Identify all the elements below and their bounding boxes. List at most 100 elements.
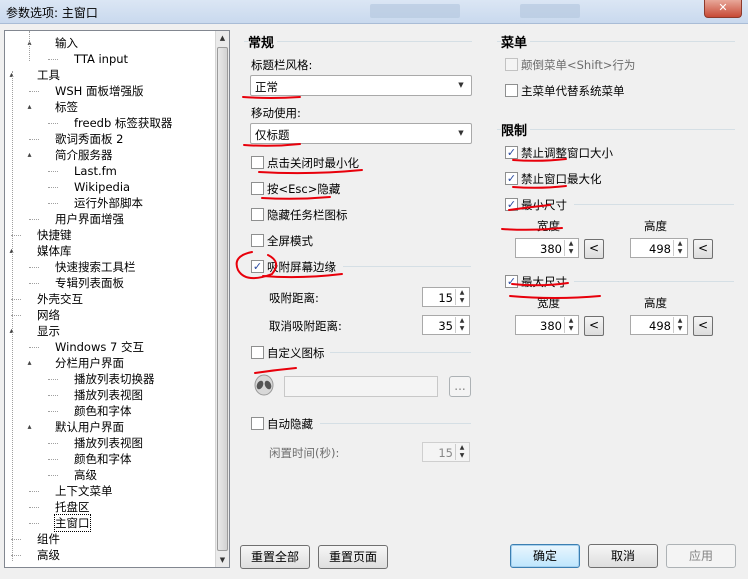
tree-item[interactable]: 快捷键 (37, 227, 72, 243)
max-width-stepper[interactable]: 380 ▲ ▼ (515, 315, 579, 335)
stepper-arrows-icon[interactable]: ▲ ▼ (564, 240, 577, 256)
custom-icon-checkbox[interactable] (251, 346, 264, 359)
tree-item[interactable]: WSH 面板增强版 (55, 83, 143, 99)
tree-item[interactable]: 输入 (55, 35, 78, 51)
tree-expand-icon[interactable]: ▴ (25, 150, 34, 159)
apply-button[interactable]: 应用 (666, 544, 736, 568)
tree-connector (48, 379, 58, 380)
stepper-arrows-icon[interactable]: ▲ ▼ (673, 240, 686, 256)
tree-item[interactable]: 用户界面增强 (55, 211, 124, 227)
stepper-arrows-icon[interactable]: ▲ ▼ (673, 317, 686, 333)
esc-hide-checkbox[interactable] (251, 182, 264, 195)
tree-connector (48, 411, 58, 412)
disable-resize-checkbox[interactable]: ✓ (505, 146, 518, 159)
unsnap-distance-stepper[interactable]: 35 ▲ ▼ (422, 315, 470, 335)
tree-item[interactable]: 默认用户界面 (55, 419, 124, 435)
max-width-value: 380 (540, 319, 562, 333)
cancel-button[interactable]: 取消 (588, 544, 658, 568)
tree-connector (48, 443, 58, 444)
tree-item[interactable]: 快速搜索工具栏 (55, 259, 136, 275)
tree-connector (29, 507, 39, 508)
invert-menu-checkbox[interactable] (505, 58, 518, 71)
tree-item[interactable]: 歌词秀面板 2 (55, 131, 123, 147)
custom-icon-separator (330, 352, 471, 353)
tree-item[interactable]: Last.fm (74, 163, 117, 179)
custom-icon-path-field[interactable] (284, 376, 438, 397)
tree-item[interactable]: Windows 7 交互 (55, 339, 144, 355)
max-height-stepper[interactable]: 498 ▲ ▼ (630, 315, 688, 335)
tree-connector (29, 283, 39, 284)
minimize-on-close-checkbox[interactable] (251, 156, 264, 169)
tree-item[interactable]: 分栏用户界面 (55, 355, 124, 371)
tree-item[interactable]: 媒体库 (37, 243, 72, 259)
tree-item[interactable]: 高级 (37, 547, 60, 563)
tree-item[interactable]: Wikipedia (74, 179, 130, 195)
tree-item[interactable]: 显示 (37, 323, 60, 339)
tree-expand-icon[interactable]: ▴ (25, 102, 34, 111)
chevron-down-icon[interactable]: ▼ (454, 127, 468, 140)
tree-item[interactable]: 工具 (37, 67, 60, 83)
move-use-select[interactable]: 仅标题 ▼ (250, 123, 472, 144)
scroll-up-icon[interactable]: ▲ (216, 31, 229, 45)
tree-item[interactable]: freedb 标签获取器 (74, 115, 172, 131)
reset-page-button[interactable]: 重置页面 (318, 545, 388, 569)
min-height-stepper[interactable]: 498 ▲ ▼ (630, 238, 688, 258)
tree-item[interactable]: 颜色和字体 (74, 403, 132, 419)
min-height-pick-button[interactable]: < (693, 239, 713, 259)
browse-icon-button[interactable]: ... (449, 376, 471, 397)
tree-item[interactable]: 上下文菜单 (55, 483, 113, 499)
idle-time-stepper[interactable]: 15 ▲ ▼ (422, 442, 470, 462)
limits-group-title: 限制 (501, 120, 531, 139)
max-size-checkbox[interactable]: ✓ (505, 275, 518, 288)
custom-icon-label: 自定义图标 (267, 346, 325, 360)
min-width-pick-button[interactable]: < (584, 239, 604, 259)
stepper-arrows-icon[interactable]: ▲ ▼ (564, 317, 577, 333)
tree-expand-icon[interactable]: ▴ (25, 358, 34, 367)
reset-all-button[interactable]: 重置全部 (240, 545, 310, 569)
chevron-down-icon[interactable]: ▼ (454, 79, 468, 92)
auto-hide-separator (320, 423, 471, 424)
hide-taskbar-icon-checkbox[interactable] (251, 208, 264, 221)
alien-icon (252, 374, 276, 398)
tree-item[interactable]: 简介服务器 (55, 147, 113, 163)
tree-item[interactable]: 播放列表切换器 (74, 371, 155, 387)
close-button[interactable]: ✕ (704, 0, 742, 18)
tree-connector (29, 523, 39, 524)
tree-item[interactable]: 颜色和字体 (74, 451, 132, 467)
stepper-arrows-icon[interactable]: ▲ ▼ (455, 444, 468, 460)
stepper-arrows-icon[interactable]: ▲ ▼ (455, 289, 468, 305)
auto-hide-checkbox[interactable] (251, 417, 264, 430)
min-width-stepper[interactable]: 380 ▲ ▼ (515, 238, 579, 258)
tree-scrollbar[interactable]: ▲ ▼ (215, 31, 229, 567)
preferences-tree[interactable]: ▴ 输入 TTA input ▴ 工具 WSH 面板增强版 ▴ 标签 freedb 标签获取器歌… (4, 30, 230, 568)
tree-item[interactable]: 网络 (37, 307, 60, 323)
min-size-checkbox[interactable]: ✓ (505, 198, 518, 211)
tree-item[interactable]: 托盘区 (55, 499, 90, 515)
scroll-down-icon[interactable]: ▼ (216, 553, 229, 567)
tree-item[interactable]: 主窗口 (54, 514, 91, 532)
tree-connector (48, 203, 58, 204)
max-height-pick-button[interactable]: < (693, 316, 713, 336)
max-width-pick-button[interactable]: < (584, 316, 604, 336)
limits-group-border (497, 129, 735, 130)
main-menu-checkbox[interactable] (505, 84, 518, 97)
tree-item[interactable]: 播放列表视图 (74, 387, 143, 403)
snap-edges-checkbox[interactable]: ✓ (251, 260, 264, 273)
tree-item[interactable]: 高级 (74, 467, 97, 483)
ok-button[interactable]: 确定 (510, 544, 580, 568)
tree-item[interactable]: 标签 (55, 99, 78, 115)
tree-item[interactable]: 组件 (37, 531, 60, 547)
tree-item[interactable]: 播放列表视图 (74, 435, 143, 451)
tree-item[interactable]: 专辑列表面板 (55, 275, 124, 291)
titlebar-style-select[interactable]: 正常 ▼ (250, 75, 472, 96)
max-size-label: 最大尺寸 (521, 275, 567, 289)
snap-distance-stepper[interactable]: 15 ▲ ▼ (422, 287, 470, 307)
fullscreen-checkbox[interactable] (251, 234, 264, 247)
tree-item[interactable]: TTA input (74, 51, 128, 67)
tree-item[interactable]: 外壳交互 (37, 291, 83, 307)
tree-expand-icon[interactable]: ▴ (25, 422, 34, 431)
scroll-thumb[interactable] (217, 47, 228, 551)
stepper-arrows-icon[interactable]: ▲ ▼ (455, 317, 468, 333)
tree-item[interactable]: 运行外部脚本 (74, 195, 143, 211)
disable-maximize-checkbox[interactable]: ✓ (505, 172, 518, 185)
